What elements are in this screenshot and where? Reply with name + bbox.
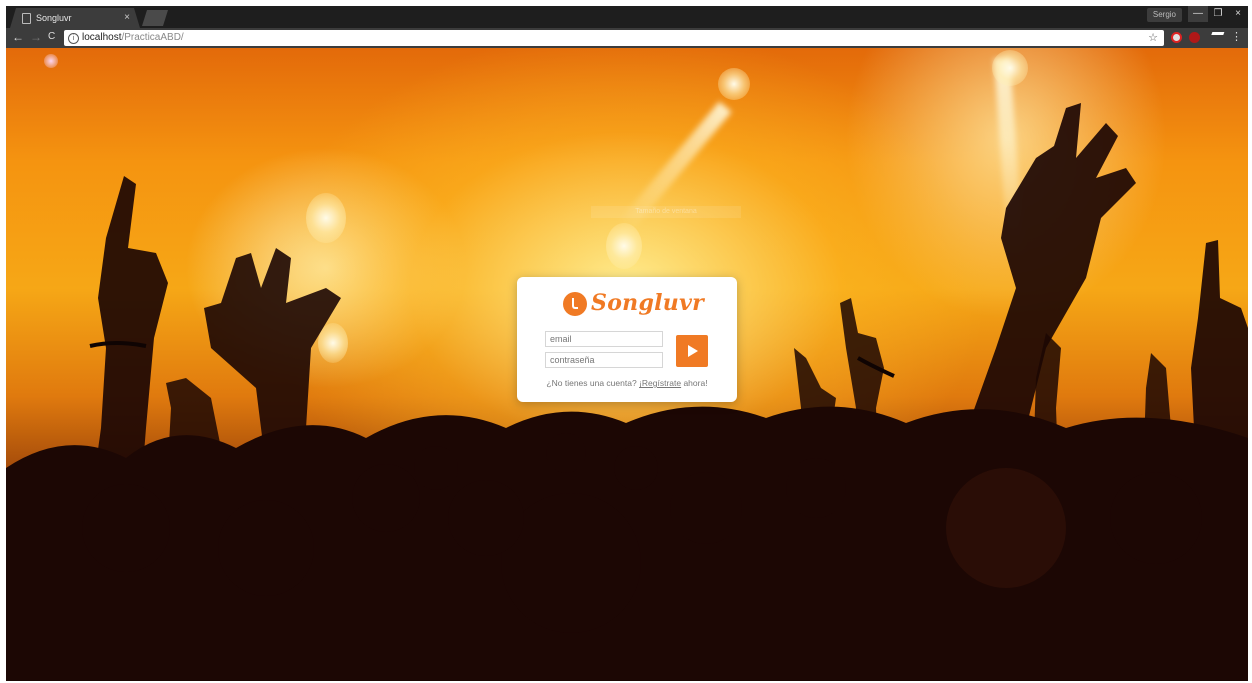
restore-icon[interactable]: ❐ — [1208, 6, 1228, 22]
browser-window: Songluvr × Sergio — ❐ × ← → C i localhos… — [6, 6, 1248, 48]
extension-adblock-icon[interactable] — [1171, 32, 1182, 43]
window-controls: — ❐ × — [1188, 6, 1248, 22]
tab-title: Songluvr — [36, 13, 72, 23]
signup-prefix: ¿No tienes una cuenta? — [546, 378, 640, 388]
address-bar[interactable]: i localhost/PracticaABD/ ☆ — [64, 30, 1164, 46]
play-icon — [688, 345, 698, 357]
tab-songluvr[interactable]: Songluvr × — [10, 8, 140, 28]
url-text: localhost/PracticaABD/ — [82, 32, 184, 43]
close-window-icon[interactable]: × — [1228, 6, 1248, 22]
login-button[interactable] — [676, 335, 708, 367]
profile-button[interactable]: Sergio — [1146, 8, 1182, 22]
signup-link[interactable]: ¡Regístrate — [639, 378, 681, 388]
tab-strip: Songluvr × Sergio — ❐ × — [6, 6, 1248, 28]
password-field[interactable] — [545, 352, 663, 368]
page-icon — [22, 13, 31, 24]
bookmark-star-icon[interactable]: ☆ — [1148, 30, 1158, 46]
minimize-icon[interactable]: — — [1188, 6, 1208, 22]
music-note-icon — [563, 292, 587, 316]
signup-suffix: ahora! — [681, 378, 708, 388]
close-tab-icon[interactable]: × — [124, 12, 130, 23]
browser-menu-icon[interactable]: ⋮ — [1231, 30, 1242, 43]
forward-icon[interactable]: → — [30, 30, 42, 44]
reload-icon[interactable]: C — [48, 31, 55, 42]
logo-text: Songluvr — [591, 290, 705, 316]
signup-prompt: ¿No tienes una cuenta? ¡Regístrate ahora… — [517, 378, 737, 388]
songluvr-logo: Songluvr — [563, 290, 705, 322]
login-card: Songluvr ¿No tienes una cuenta? ¡Regístr… — [517, 277, 737, 402]
browser-toolbar: ← → C i localhost/PracticaABD/ ☆ ⋮ — [6, 28, 1248, 48]
email-field[interactable] — [545, 331, 663, 347]
extension-red-icon[interactable] — [1189, 32, 1200, 43]
extension-bird-icon[interactable] — [1207, 32, 1225, 45]
window-size-label: Tamaño de ventana — [591, 206, 741, 218]
info-icon[interactable]: i — [68, 33, 79, 44]
back-icon[interactable]: ← — [12, 30, 24, 44]
new-tab-button[interactable] — [142, 10, 168, 26]
page-background: Tamaño de ventana Songluvr ¿No tienes un… — [6, 48, 1248, 681]
